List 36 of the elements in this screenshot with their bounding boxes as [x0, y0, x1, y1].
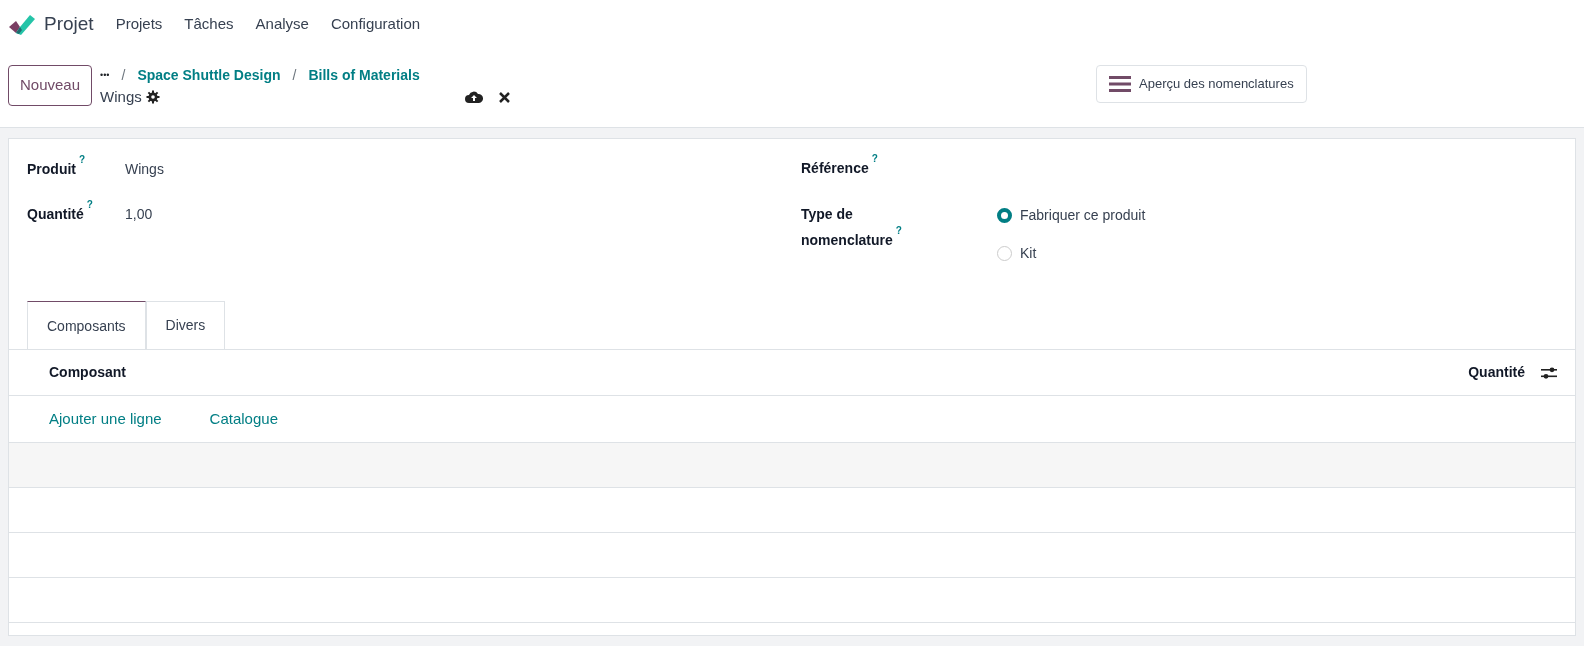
help-tooltip-mark[interactable]: ?	[895, 225, 902, 237]
menu-item[interactable]: Projets	[115, 13, 163, 36]
add-link[interactable]: Ajouter une ligne	[49, 407, 162, 431]
menu-item[interactable]: Analyse	[255, 13, 309, 36]
new-button[interactable]: Nouveau	[8, 65, 93, 106]
field-label: Type de nomenclature $^{?}$	[801, 205, 903, 250]
radio-label[interactable]: Kit	[1020, 243, 1037, 264]
settings-icon[interactable]	[145, 90, 160, 105]
breadcrumb-separator: /	[121, 66, 126, 85]
column-header[interactable]: Quantité	[1468, 362, 1525, 383]
tab[interactable]: Composants	[27, 301, 146, 350]
breadcrumb-link[interactable]: Bills of Materials	[308, 65, 420, 86]
field-label: Référence $^{?}$	[801, 155, 879, 178]
radio-label[interactable]: Fabriquer ce produit	[1020, 205, 1146, 226]
app-name[interactable]: Projet	[44, 10, 94, 39]
breadcrumb-link[interactable]: Space Shuttle Design	[137, 65, 281, 86]
list-icon	[1109, 74, 1131, 93]
tab[interactable]: Divers	[145, 301, 226, 350]
column-header[interactable]: Composant	[49, 362, 126, 383]
record-title: Wings	[100, 87, 142, 107]
cloud-upload-icon[interactable]	[465, 90, 483, 105]
breadcrumb-separator: /	[292, 66, 297, 85]
checkmark-logo-icon[interactable]	[8, 12, 36, 37]
menu-item[interactable]: Configuration	[330, 13, 421, 36]
sliders-icon[interactable]	[1541, 365, 1557, 380]
radio-button[interactable]	[997, 208, 1012, 223]
close-icon[interactable]	[499, 91, 510, 103]
overview-button[interactable]: Aperçu des nomenclatures	[1096, 65, 1307, 103]
field-value: Wings	[125, 160, 164, 179]
help-tooltip-mark[interactable]: ?	[871, 153, 878, 165]
help-tooltip-mark[interactable]: ?	[86, 199, 93, 211]
menu-item[interactable]: Tâches	[184, 13, 234, 36]
add-link[interactable]: Catalogue	[209, 407, 278, 431]
field-value: 1,00	[125, 205, 153, 224]
help-tooltip-mark[interactable]: ?	[79, 154, 86, 166]
more-breadcrumbs-button[interactable]: •••	[100, 68, 110, 83]
